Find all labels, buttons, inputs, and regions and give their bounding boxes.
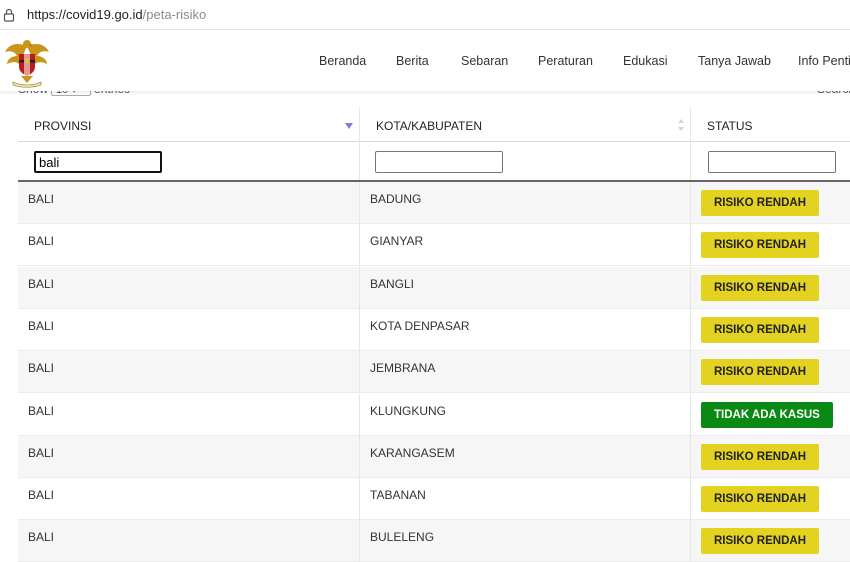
header-provinsi[interactable]: PROVINSI — [18, 107, 360, 142]
filter-row — [18, 142, 850, 182]
header-kota-kabupaten[interactable]: KOTA/KABUPATEN — [360, 107, 691, 142]
cell-kota: BADUNG — [360, 182, 691, 224]
header-kota-label: KOTA/KABUPATEN — [376, 119, 483, 133]
cell-kota: KARANGASEM — [360, 436, 691, 478]
cell-status: RISIKO RENDAH — [691, 224, 850, 266]
status-badge: RISIKO RENDAH — [701, 317, 820, 343]
table-row: BALI GIANYAR RISIKO RENDAH — [18, 224, 850, 266]
cell-kota: TABANAN — [360, 478, 691, 520]
filter-cell-status — [691, 142, 850, 180]
nav-item-tanya-jawab[interactable]: Tanya Jawab — [698, 54, 771, 68]
cell-kota: KOTA DENPASAR — [360, 309, 691, 351]
cell-kota: KLUNGKUNG — [360, 394, 691, 436]
cell-provinsi: BALI — [18, 182, 360, 224]
nav-item-sebaran[interactable]: Sebaran — [461, 54, 508, 68]
table-row: BALI JEMBRANA RISIKO RENDAH — [18, 351, 850, 393]
garuda-emblem-logo[interactable] — [3, 36, 51, 88]
table-row: BALI BULELENG RISIKO RENDAH — [18, 520, 850, 562]
lock-icon — [3, 8, 15, 22]
status-badge: RISIKO RENDAH — [701, 444, 820, 470]
cell-status: RISIKO RENDAH — [691, 267, 850, 309]
filter-cell-provinsi — [18, 142, 360, 180]
cell-status: TIDAK ADA KASUS — [691, 394, 850, 436]
header-status-label: STATUS — [707, 119, 753, 133]
status-badge: RISIKO RENDAH — [701, 232, 820, 258]
status-badge: RISIKO RENDAH — [701, 359, 820, 385]
status-badge: RISIKO RENDAH — [701, 528, 820, 554]
table-row: BALI KLUNGKUNG TIDAK ADA KASUS — [18, 394, 850, 436]
nav-item-edukasi[interactable]: Edukasi — [623, 54, 667, 68]
table-row: BALI BADUNG RISIKO RENDAH — [18, 182, 850, 224]
cell-status: RISIKO RENDAH — [691, 478, 850, 520]
cell-provinsi: BALI — [18, 436, 360, 478]
site-header: Beranda Berita Sebaran Peraturan Edukasi… — [0, 30, 850, 91]
cell-kota: GIANYAR — [360, 224, 691, 266]
table-row: BALI KARANGASEM RISIKO RENDAH — [18, 436, 850, 478]
sort-both-icon — [678, 119, 684, 131]
cell-provinsi: BALI — [18, 478, 360, 520]
status-badge: RISIKO RENDAH — [701, 486, 820, 512]
filter-provinsi-input[interactable] — [34, 151, 162, 173]
cell-status: RISIKO RENDAH — [691, 182, 850, 224]
table-row: BALI TABANAN RISIKO RENDAH — [18, 478, 850, 520]
nav-item-info-penting[interactable]: Info Penting — [798, 54, 850, 68]
filter-status-input[interactable] — [708, 151, 836, 173]
nav-item-peraturan[interactable]: Peraturan — [538, 54, 593, 68]
filter-kota-input[interactable] — [375, 151, 503, 173]
table-header-row: PROVINSI KOTA/KABUPATEN STATUS — [18, 107, 850, 142]
cell-provinsi: BALI — [18, 309, 360, 351]
sort-desc-icon — [345, 123, 353, 129]
cell-kota: BULELENG — [360, 520, 691, 562]
cell-status: RISIKO RENDAH — [691, 351, 850, 393]
address-url[interactable]: https://covid19.go.id/peta-risiko — [27, 7, 206, 22]
table-row: BALI KOTA DENPASAR RISIKO RENDAH — [18, 309, 850, 351]
header-status[interactable]: STATUS — [691, 107, 850, 142]
cell-kota: BANGLI — [360, 267, 691, 309]
cell-status: RISIKO RENDAH — [691, 436, 850, 478]
url-path: /peta-risiko — [142, 7, 207, 22]
nav-item-beranda[interactable]: Beranda — [319, 54, 366, 68]
status-badge: TIDAK ADA KASUS — [701, 402, 833, 428]
nav-item-berita[interactable]: Berita — [396, 54, 429, 68]
cell-kota: JEMBRANA — [360, 351, 691, 393]
cell-provinsi: BALI — [18, 267, 360, 309]
status-badge: RISIKO RENDAH — [701, 275, 820, 301]
table-row: BALI BANGLI RISIKO RENDAH — [18, 267, 850, 309]
url-host: https://covid19.go.id — [27, 7, 143, 22]
cell-status: RISIKO RENDAH — [691, 309, 850, 351]
cell-provinsi: BALI — [18, 224, 360, 266]
cell-status: RISIKO RENDAH — [691, 520, 850, 562]
browser-address-bar[interactable]: https://covid19.go.id/peta-risiko — [0, 0, 850, 30]
cell-provinsi: BALI — [18, 394, 360, 436]
cell-provinsi: BALI — [18, 351, 360, 393]
status-badge: RISIKO RENDAH — [701, 190, 820, 216]
filter-cell-kota — [360, 142, 691, 180]
header-provinsi-label: PROVINSI — [34, 119, 92, 133]
cell-provinsi: BALI — [18, 520, 360, 562]
